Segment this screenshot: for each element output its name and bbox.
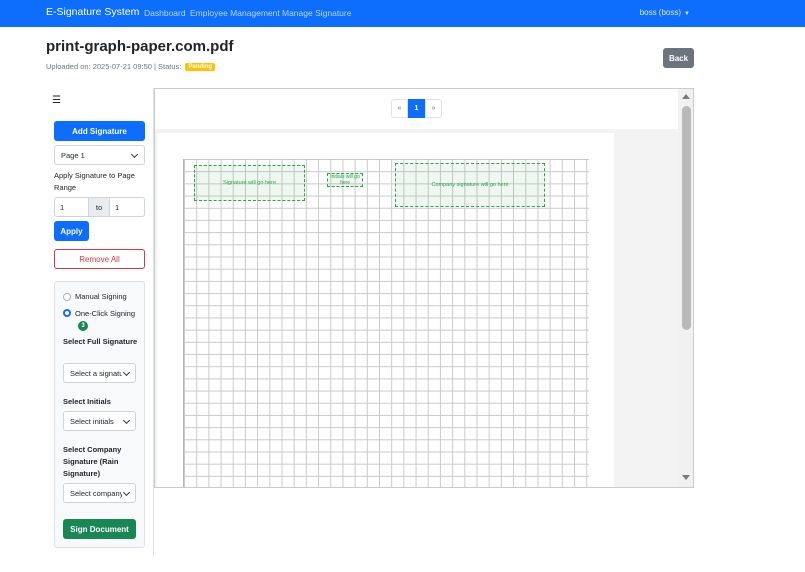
initials-value: Select initials — [70, 416, 114, 426]
scroll-up-icon[interactable] — [682, 94, 690, 99]
chevron-down-icon — [122, 416, 131, 425]
page-select-value: Page 1 — [61, 150, 85, 160]
pager-prev-button[interactable]: « — [391, 99, 408, 118]
range-label: Apply Signature to Page Range — [54, 171, 135, 192]
range-from-input[interactable]: 1 — [54, 197, 89, 217]
oneclick-signing-radio[interactable] — [63, 309, 71, 317]
page-select[interactable]: Page 1 — [54, 145, 145, 165]
add-signature-button[interactable]: Add Signature — [54, 121, 145, 141]
graph-paper: Signature will go here Initials will go … — [183, 159, 589, 487]
oneclick-signing-option[interactable]: One-Click Signing 3 — [63, 308, 141, 332]
signature-count-badge: 3 — [78, 321, 88, 332]
signature-placeholder[interactable]: Signature will go here — [194, 165, 305, 201]
uploaded-info: Uploaded on: 2025-07-21 09:50 | Status: — [46, 62, 182, 71]
scrollbar-thumb[interactable] — [682, 106, 691, 330]
caret-down-icon: ▼ — [684, 11, 690, 17]
pager-page-1[interactable]: 1 — [408, 99, 425, 118]
signing-options-card: Manual Signing One-Click Signing 3 Select… — [54, 281, 145, 548]
user-name: boss (boss) — [639, 8, 682, 17]
initials-placeholder[interactable]: Initials will go here — [327, 173, 363, 187]
company-signature-value: Select company — [70, 488, 122, 498]
manual-signing-label: Manual Signing — [75, 292, 127, 301]
company-signature-placeholder[interactable]: Company signature will go here — [395, 163, 545, 207]
user-menu[interactable]: boss (boss) ▼ — [640, 8, 690, 17]
pdf-page[interactable]: Signature will go here Initials will go … — [157, 133, 614, 487]
company-signature-label: Select Company Signature (Rain Signature… — [63, 445, 122, 478]
page-title: print-graph-paper.com.pdf — [46, 38, 234, 55]
chevron-down-icon — [122, 368, 131, 377]
manual-signing-option[interactable]: Manual Signing — [63, 292, 127, 301]
hamburger-icon[interactable]: ☰ — [52, 95, 61, 106]
sign-document-button[interactable]: Sign Document — [63, 519, 136, 539]
remove-all-button[interactable]: Remove All — [54, 249, 145, 269]
pager-bar: « 1 » — [155, 89, 678, 129]
viewer-scrollbar[interactable] — [678, 89, 693, 487]
pagination: « 1 » — [391, 99, 442, 118]
brand[interactable]: E-Signature System — [46, 6, 139, 18]
status-badge: Pending — [185, 63, 216, 72]
document-meta: Uploaded on: 2025-07-21 09:50 | Status: … — [46, 62, 216, 72]
pdf-viewer[interactable]: « 1 » Signature will go here Initials wi… — [154, 88, 694, 488]
oneclick-signing-label: One-Click Signing — [75, 309, 136, 318]
range-to-input[interactable]: 1 — [109, 197, 145, 217]
initials-label: Select Initials — [63, 397, 111, 406]
nav-employee-management[interactable]: Employee Management — [190, 8, 280, 18]
apply-button[interactable]: Apply — [54, 221, 89, 241]
page-range-group: 1 to 1 — [54, 197, 145, 217]
scroll-down-icon[interactable] — [682, 475, 690, 480]
company-signature-select[interactable]: Select company — [63, 483, 136, 503]
nav-dashboard[interactable]: Dashboard — [144, 8, 186, 18]
nav-manage-signature[interactable]: Manage Signature — [282, 8, 351, 18]
pager-next-button[interactable]: » — [425, 99, 442, 118]
back-button[interactable]: Back — [663, 48, 694, 68]
chevron-down-icon — [122, 488, 131, 497]
navbar: E-Signature System Dashboard Employee Ma… — [0, 0, 805, 27]
range-to-label: to — [89, 197, 109, 217]
full-signature-value: Select a signature — [70, 368, 122, 378]
full-signature-select[interactable]: Select a signature — [63, 363, 136, 383]
full-signature-label: Select Full Signature — [63, 337, 138, 346]
chevron-down-icon — [130, 150, 139, 159]
manual-signing-radio[interactable] — [63, 293, 71, 301]
initials-select[interactable]: Select initials — [63, 411, 136, 431]
